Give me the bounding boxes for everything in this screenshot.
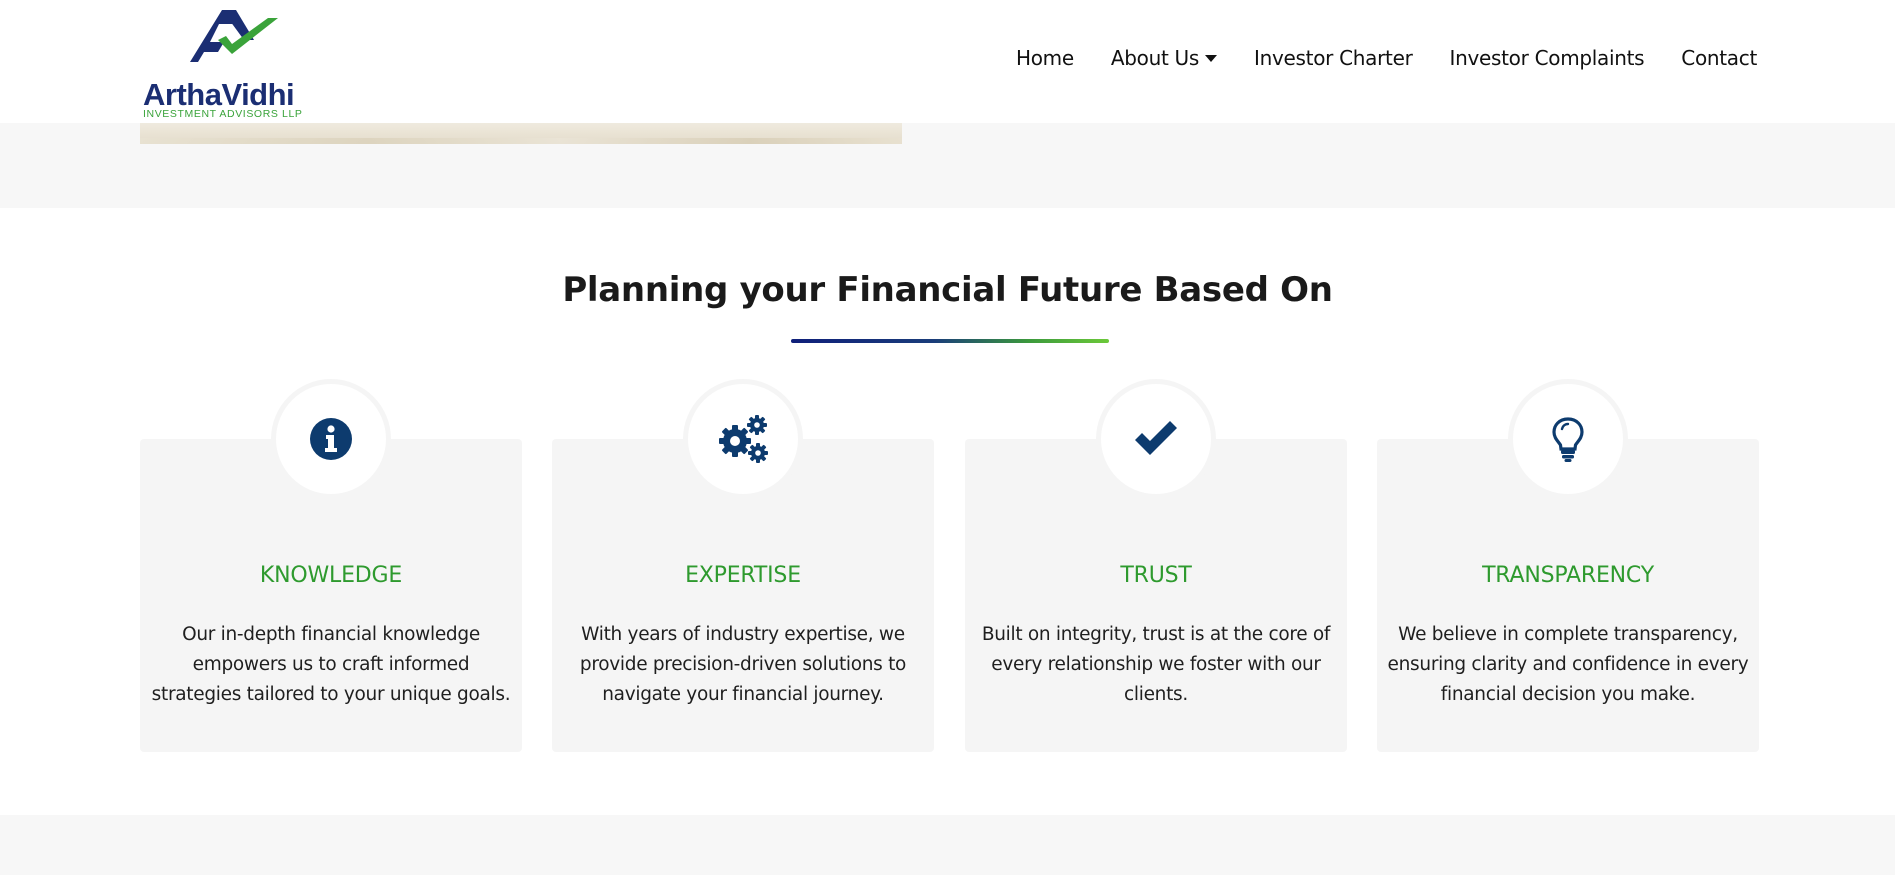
info-circle-icon (310, 418, 352, 460)
feature-text: We believe in complete transparency, ens… (1387, 624, 1749, 705)
next-section-band (0, 815, 1895, 875)
feature-title: TRANSPARENCY (1482, 563, 1654, 588)
icon-circle (1513, 384, 1623, 494)
caret-down-icon (1205, 54, 1218, 62)
feature-title: EXPERTISE (685, 563, 801, 588)
icon-circle (1101, 384, 1211, 494)
brand-tagline: INVESTMENT ADVISORS LLP (143, 108, 303, 120)
nav-item-home[interactable]: Home (1016, 46, 1074, 70)
gears-icon (719, 415, 768, 463)
feature-cards: KNOWLEDGE Our in-depth financial knowled… (140, 384, 1760, 752)
title-underline (791, 339, 1109, 343)
feature-text: Built on integrity, trust is at the core… (981, 624, 1331, 705)
nav-item-about-us-label: About Us (1110, 46, 1200, 70)
feature-title: TRUST (1120, 563, 1192, 588)
nav-item-contact[interactable]: Contact (1681, 46, 1757, 70)
feature-text: With years of industry expertise, we pro… (579, 624, 907, 705)
icon-circle (276, 384, 386, 494)
section-title: Planning your Financial Future Based On (562, 270, 1333, 310)
nav-item-about-us[interactable]: About Us (1110, 46, 1218, 70)
logo-mark-icon (190, 10, 278, 62)
brand-logo[interactable]: ArthaVidhi INVESTMENT ADVISORS LLP (140, 6, 325, 120)
feature-title: KNOWLEDGE (259, 563, 403, 588)
check-icon (1135, 421, 1177, 455)
navbar: ArthaVidhi INVESTMENT ADVISORS LLP Home … (0, 0, 1895, 123)
feature-text: Our in-depth financial knowledge empower… (151, 624, 511, 705)
main-nav: Home About Us Investor Charter Investor … (1016, 46, 1757, 70)
nav-item-investor-charter[interactable]: Investor Charter (1254, 46, 1413, 70)
nav-item-investor-complaints[interactable]: Investor Complaints (1450, 46, 1645, 70)
icon-circle (688, 384, 798, 494)
lightbulb-icon (1552, 417, 1584, 462)
